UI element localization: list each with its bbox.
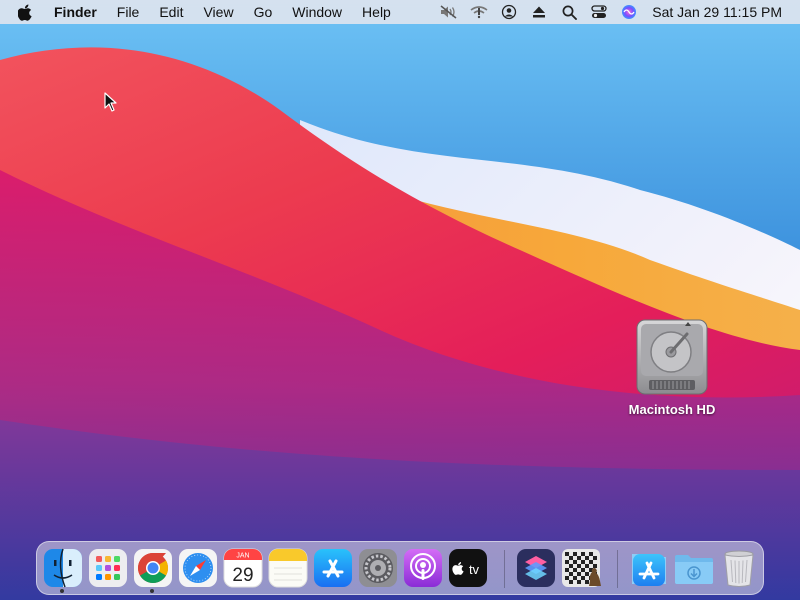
launchpad-icon <box>89 549 127 587</box>
menu-window[interactable]: Window <box>282 0 352 24</box>
eject-icon[interactable] <box>524 0 554 24</box>
dock-calendar[interactable]: JAN 29 <box>223 548 263 588</box>
dock-shortcuts[interactable] <box>516 548 556 588</box>
mute-icon[interactable] <box>434 0 464 24</box>
dock-downloads[interactable] <box>674 548 714 588</box>
tv-label: tv <box>469 562 480 577</box>
dock-chrome[interactable] <box>133 548 173 588</box>
apple-tv-icon: tv <box>449 549 487 587</box>
dock-tv[interactable]: tv <box>448 548 488 588</box>
chrome-running-indicator <box>150 589 154 593</box>
menu-edit[interactable]: Edit <box>149 0 193 24</box>
dock-applications[interactable] <box>629 548 669 588</box>
calendar-day: 29 <box>232 565 253 586</box>
dock-podcasts[interactable] <box>403 548 443 588</box>
applications-folder-icon <box>632 554 666 586</box>
dock-system-preferences[interactable] <box>358 548 398 588</box>
apple-logo-icon[interactable] <box>18 3 34 21</box>
dock-notes[interactable] <box>268 548 308 588</box>
macintosh-hd-icon[interactable]: Macintosh HD <box>620 318 724 417</box>
menu-view[interactable]: View <box>193 0 243 24</box>
control-center-icon[interactable] <box>584 0 614 24</box>
dock-launchpad[interactable] <box>88 548 128 588</box>
menu-help[interactable]: Help <box>352 0 401 24</box>
downloads-folder-icon <box>675 555 713 584</box>
dock-trash[interactable] <box>719 548 759 588</box>
chrome-icon <box>134 549 172 587</box>
dock: JAN 29 tv <box>36 541 764 595</box>
finder-running-indicator <box>60 589 64 593</box>
menu-clock[interactable]: Sat Jan 29 11:15 PM <box>644 4 800 20</box>
dock-app-store[interactable] <box>313 548 353 588</box>
safari-icon <box>179 549 217 587</box>
system-preferences-icon <box>359 549 397 587</box>
app-store-icon <box>314 549 352 587</box>
macintosh-hd-label: Macintosh HD <box>628 402 716 417</box>
user-icon[interactable] <box>494 0 524 24</box>
calendar-month: JAN <box>236 553 249 560</box>
siri-icon[interactable] <box>614 0 644 24</box>
finder-icon <box>44 548 82 588</box>
search-icon[interactable] <box>554 0 584 24</box>
podcasts-icon <box>404 549 442 587</box>
shortcuts-icon <box>517 549 555 587</box>
wifi-icon[interactable] <box>464 0 494 24</box>
trash-icon <box>724 550 754 587</box>
calendar-icon: JAN 29 <box>223 548 263 588</box>
menu-file[interactable]: File <box>107 0 150 24</box>
chess-icon <box>562 549 601 587</box>
notes-icon <box>268 548 308 588</box>
menu-go[interactable]: Go <box>244 0 283 24</box>
mouse-cursor-icon <box>104 92 117 112</box>
dock-safari[interactable] <box>178 548 218 588</box>
dock-separator <box>504 550 505 588</box>
hard-drive-icon <box>636 319 708 395</box>
desktop[interactable]: Macintosh HD <box>0 0 800 600</box>
dock-finder[interactable] <box>43 548 83 588</box>
dock-separator-2 <box>617 550 618 588</box>
menu-app-finder[interactable]: Finder <box>50 0 107 24</box>
menu-extras: Sat Jan 29 11:15 PM <box>434 0 800 24</box>
wallpaper <box>0 0 800 600</box>
dock-chess[interactable] <box>561 548 601 588</box>
menu-bar: Finder File Edit View Go Window Help Sat… <box>0 0 800 24</box>
